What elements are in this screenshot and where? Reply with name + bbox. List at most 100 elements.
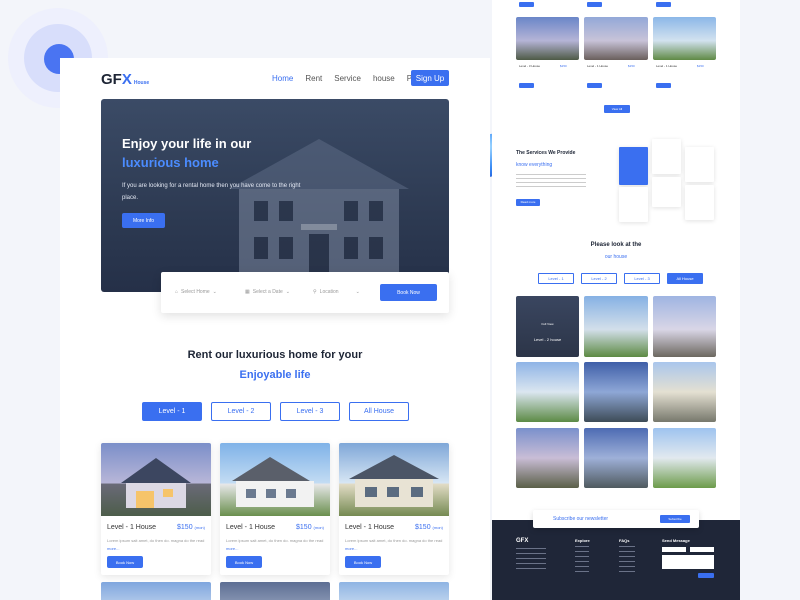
services-subtitle: know everything <box>516 162 553 168</box>
rent-subtitle: Enjoyable life <box>239 369 311 381</box>
card-level: Level - 1 House <box>226 524 276 531</box>
house-photo <box>339 443 449 516</box>
card-price: $150 (mon) <box>177 524 205 531</box>
side-card-level: Level - 1 House <box>587 64 609 68</box>
services-title: The Services We Provide <box>516 150 576 156</box>
book-now-button[interactable] <box>656 2 671 7</box>
services-read-more-button[interactable]: Read more <box>516 199 540 206</box>
card-price-unit: (mon) <box>194 525 205 530</box>
house-cards-row2 <box>101 582 449 600</box>
house-photo <box>516 362 579 422</box>
select-home-field[interactable]: ⌂ Select Home ⌄ <box>175 289 217 295</box>
tab-all-house[interactable]: All House <box>667 273 703 284</box>
house-photo <box>220 582 330 600</box>
card-desc-text: Lorem ipsum sait amet, do then do. magna… <box>345 538 443 543</box>
card-book-now-button[interactable]: Book Now <box>107 556 143 568</box>
tab-level-2[interactable]: Level - 2 <box>211 402 271 421</box>
card-price-unit: (mon) <box>313 525 324 530</box>
book-now-button[interactable] <box>656 83 671 88</box>
house-photo <box>653 17 716 60</box>
card-more-link[interactable]: more... <box>226 546 238 551</box>
newsletter-label: Subscribe our newsletter <box>553 516 609 522</box>
card-price-value: $150 <box>296 524 312 531</box>
card-desc: Lorem ipsum sait amet, do then do. magna… <box>226 537 324 553</box>
house-photo <box>339 582 449 600</box>
book-now-button[interactable] <box>519 83 534 88</box>
level-tabs: Level - 1 Level - 2 Level - 3 All House <box>142 402 409 421</box>
signup-button[interactable]: Sign Up <box>411 70 449 86</box>
footer-email-input[interactable] <box>690 547 714 552</box>
card-book-now-button[interactable]: Book Now <box>345 556 381 568</box>
tab-all-house[interactable]: All House <box>349 402 409 421</box>
card-price-unit: (mon) <box>432 525 443 530</box>
nav-link-rent[interactable]: Rent <box>305 74 322 83</box>
newsletter-subscribe-button[interactable]: Subscribe <box>660 515 690 523</box>
footer-send-button[interactable] <box>698 573 714 578</box>
view-all-button[interactable]: View All <box>604 105 630 113</box>
nav-link-house[interactable]: house <box>373 74 395 83</box>
house-photo <box>101 443 211 516</box>
footer-col-message: Send Message <box>662 538 690 543</box>
house-photo <box>516 17 579 60</box>
rent-title: Rent our luxurious home for your <box>187 349 363 361</box>
hero-title-line2: luxurious home <box>122 155 219 170</box>
service-card[interactable] <box>619 187 648 222</box>
hero-title: Enjoy your life in our luxurious home <box>122 134 251 172</box>
service-card[interactable] <box>652 139 681 174</box>
side-card-level: Level - 3 House <box>519 64 541 68</box>
house-cards: Level - 1 House $150 (mon) Lorem ipsum s… <box>101 443 449 575</box>
look-title: Please look at the <box>590 242 642 248</box>
footer-col-faqs: FAQs <box>619 538 630 543</box>
house-photo <box>653 296 716 357</box>
house-photo-overlay[interactable]: Full View Level - 2 house <box>516 296 579 357</box>
card-level: Level - 1 House <box>107 524 157 531</box>
house-photo <box>584 362 648 422</box>
card-price: $150 (mon) <box>296 524 324 531</box>
logo[interactable]: GFX House <box>101 71 149 88</box>
house-card[interactable]: Level - 1 House $150 (mon) Lorem ipsum s… <box>339 443 449 575</box>
house-photo <box>653 428 716 488</box>
tab-level-3[interactable]: Level - 3 <box>280 402 340 421</box>
card-more-link[interactable]: more... <box>107 546 119 551</box>
tab-level-1[interactable]: Level - 1 <box>142 402 202 421</box>
nav-links: Home Rent Service house Pay <box>272 74 421 83</box>
logo-sub: House <box>133 80 150 86</box>
card-desc-text: Lorem ipsum sait amet, do then do. magna… <box>226 538 324 543</box>
card-desc: Lorem ipsum sait amet, do then do. magna… <box>345 537 443 553</box>
service-card[interactable] <box>652 177 681 207</box>
search-bar: ⌂ Select Home ⌄ ▦ Select a Date ⌄ ⚲ Location ⌄… <box>161 272 449 313</box>
location-field[interactable]: ⚲ Location ⌄ <box>313 289 360 295</box>
card-level: Level - 1 House <box>345 524 395 531</box>
service-card[interactable] <box>685 147 714 182</box>
secondary-page: Level - 3 House $150 Level - 1 House $15… <box>492 0 740 600</box>
side-level-tabs: Level - 1 Level - 2 Level - 3 All House <box>538 273 703 284</box>
card-more-link[interactable]: more... <box>345 546 357 551</box>
more-info-button[interactable]: More Info <box>122 213 165 228</box>
nav-link-home[interactable]: Home <box>272 74 293 83</box>
house-photo <box>653 362 716 422</box>
house-photo <box>220 443 330 516</box>
tab-level-1[interactable]: Level - 1 <box>538 273 574 284</box>
service-card[interactable] <box>619 147 648 185</box>
tab-level-3[interactable]: Level - 3 <box>624 273 660 284</box>
footer-explore-links[interactable] <box>575 546 589 574</box>
house-card[interactable]: Level - 1 House $150 (mon) Lorem ipsum s… <box>220 443 330 575</box>
card-book-now-button[interactable]: Book Now <box>226 556 262 568</box>
house-card[interactable]: Level - 1 House $150 (mon) Lorem ipsum s… <box>101 443 211 575</box>
tab-level-2[interactable]: Level - 2 <box>581 273 617 284</box>
select-date-field[interactable]: ▦ Select a Date ⌄ <box>245 289 290 295</box>
book-now-button[interactable] <box>587 83 602 88</box>
side-card-price: $150 <box>628 64 635 68</box>
book-now-button[interactable]: Book Now <box>380 284 437 301</box>
footer-logo: GFX <box>516 538 529 544</box>
book-now-button[interactable] <box>587 2 602 7</box>
footer-contact <box>516 548 546 572</box>
book-now-button[interactable] <box>519 2 534 7</box>
service-card[interactable] <box>685 185 714 220</box>
hero-title-line1: Enjoy your life in our <box>122 136 252 151</box>
services-desc <box>516 174 586 188</box>
footer-name-input[interactable] <box>662 547 686 552</box>
nav-link-service[interactable]: Service <box>334 74 361 83</box>
footer-message-input[interactable] <box>662 555 714 569</box>
footer-faq-links[interactable] <box>619 546 635 574</box>
